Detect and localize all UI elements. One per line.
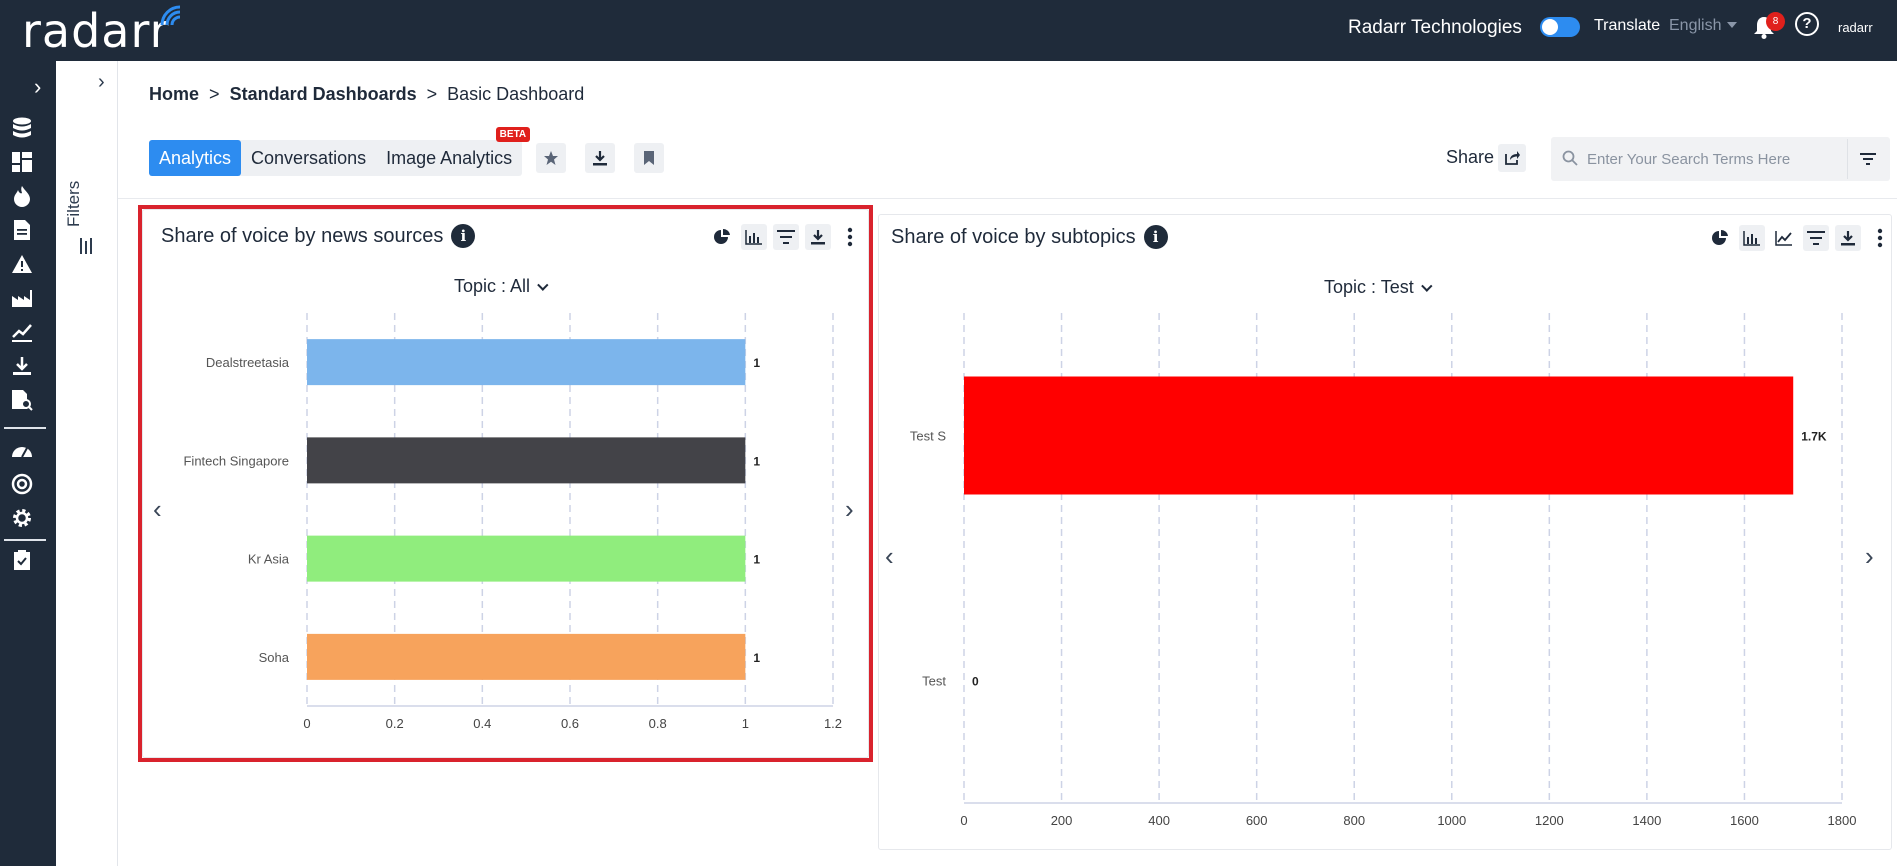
- company-name: Radarr Technologies: [1348, 17, 1522, 38]
- topic-label: Topic : Test: [1324, 277, 1414, 297]
- icon-rail: ›: [0, 61, 56, 866]
- pie-chart-icon[interactable]: [1707, 225, 1733, 251]
- fire-icon[interactable]: [11, 185, 33, 207]
- chevron-down-icon[interactable]: [1727, 22, 1737, 28]
- x-tick-label: 600: [1246, 813, 1268, 828]
- bookmark-button[interactable]: [634, 143, 664, 173]
- database-icon[interactable]: [11, 117, 33, 139]
- bar: [964, 376, 1794, 495]
- star-icon: [544, 151, 558, 165]
- translate-toggle[interactable]: [1540, 17, 1580, 37]
- report-search-icon[interactable]: [11, 389, 33, 411]
- x-tick-label: 1800: [1828, 813, 1857, 828]
- content-divider: [118, 198, 1897, 199]
- download-icon: [593, 151, 607, 166]
- card-title-text: Share of voice by subtopics: [891, 225, 1136, 248]
- x-tick-label: 1000: [1437, 813, 1466, 828]
- info-icon[interactable]: i: [1143, 225, 1168, 249]
- share-button[interactable]: [1498, 144, 1526, 172]
- download-icon[interactable]: [1835, 225, 1861, 251]
- logo[interactable]: radarr: [22, 4, 170, 58]
- gauge-icon[interactable]: [11, 439, 33, 461]
- filter-bars-icon[interactable]: [79, 237, 95, 255]
- clipboard-check-icon[interactable]: [11, 549, 33, 571]
- breadcrumb-current: Basic Dashboard: [447, 84, 585, 104]
- filters-label[interactable]: Filters: [64, 167, 84, 227]
- download-icon[interactable]: [11, 355, 33, 377]
- favorite-button[interactable]: [536, 143, 566, 173]
- tab-conversations[interactable]: Conversations: [241, 140, 376, 176]
- chart-card-subtopics: Share of voice by subtopics i Topic : Te…: [878, 214, 1892, 850]
- breadcrumb-separator: >: [426, 84, 438, 104]
- category-label: Test: [922, 674, 946, 689]
- tab-image-analytics-label: Image Analytics: [386, 148, 513, 168]
- bar-chart-icon[interactable]: [1739, 225, 1765, 251]
- mini-logo: radarr: [1838, 20, 1873, 35]
- line-chart-icon[interactable]: [1771, 225, 1797, 251]
- share-icon: [1505, 151, 1520, 165]
- filter-icon[interactable]: [1803, 225, 1829, 251]
- expand-filters-icon[interactable]: ›: [98, 71, 105, 94]
- logo-wave-icon: [160, 5, 181, 26]
- rail-divider: [4, 427, 46, 429]
- x-tick-label: 1200: [1535, 813, 1564, 828]
- beta-badge: BETA: [495, 127, 531, 142]
- target-icon[interactable]: [11, 473, 33, 495]
- factory-icon[interactable]: [11, 287, 33, 309]
- tab-analytics[interactable]: Analytics: [149, 140, 242, 176]
- top-bar: radarr Radarr Technologies Translate Eng…: [0, 0, 1897, 61]
- tab-image-analytics[interactable]: Image Analytics BETA: [376, 127, 531, 176]
- category-label: Test S: [910, 429, 946, 444]
- x-tick-label: 800: [1343, 813, 1365, 828]
- search-filter-button[interactable]: [1847, 139, 1887, 179]
- x-tick-label: 400: [1148, 813, 1170, 828]
- prev-chart-arrow[interactable]: ‹: [885, 541, 894, 572]
- breadcrumb-home[interactable]: Home: [149, 84, 199, 104]
- download-dashboard-button[interactable]: [585, 143, 615, 173]
- view-tabs: Analytics Conversations Image Analytics …: [149, 127, 531, 176]
- next-chart-arrow[interactable]: ›: [1865, 541, 1874, 572]
- breadcrumb-dashboards[interactable]: Standard Dashboards: [230, 84, 417, 104]
- breadcrumb-separator: >: [209, 84, 220, 104]
- dashboard-icon[interactable]: [11, 151, 33, 173]
- data-label: 0: [972, 675, 979, 689]
- help-icon[interactable]: ?: [1795, 12, 1819, 36]
- x-tick-label: 200: [1051, 813, 1073, 828]
- search-icon: [1562, 150, 1578, 166]
- search-input[interactable]: [1587, 148, 1837, 170]
- share-label[interactable]: Share: [1446, 147, 1494, 168]
- warning-icon[interactable]: [11, 253, 33, 275]
- card-title: Share of voice by subtopics i: [891, 225, 1168, 249]
- gear-icon[interactable]: [11, 507, 33, 529]
- more-options-icon[interactable]: [1867, 225, 1893, 251]
- subtopics-bar-chart: 0 200 400 600 800 1000 1200 1400 1600 1800 Test S 1…: [910, 313, 1857, 828]
- notification-badge: 8: [1766, 12, 1785, 31]
- bookmark-icon: [644, 151, 654, 165]
- topic-selector[interactable]: Topic : Test: [1324, 277, 1433, 298]
- rail-divider: [4, 539, 46, 541]
- selection-highlight: [138, 205, 873, 762]
- breadcrumb: Home > Standard Dashboards > Basic Dashb…: [149, 84, 584, 105]
- language-select[interactable]: English: [1669, 17, 1721, 35]
- x-tick-label: 1400: [1632, 813, 1661, 828]
- filter-icon: [1859, 153, 1876, 165]
- expand-rail-icon[interactable]: ›: [34, 74, 41, 100]
- document-icon[interactable]: [11, 219, 33, 241]
- search-box: [1551, 137, 1890, 181]
- filters-panel: › Filters: [56, 61, 118, 866]
- x-tick-label: 1600: [1730, 813, 1759, 828]
- data-label: 1.7K: [1801, 430, 1827, 444]
- chevron-down-icon: [1420, 280, 1433, 292]
- card-toolbar: [1707, 225, 1893, 251]
- trend-chart-icon[interactable]: [11, 321, 33, 343]
- x-tick-label: 0: [960, 813, 967, 828]
- translate-label: Translate: [1594, 17, 1661, 34]
